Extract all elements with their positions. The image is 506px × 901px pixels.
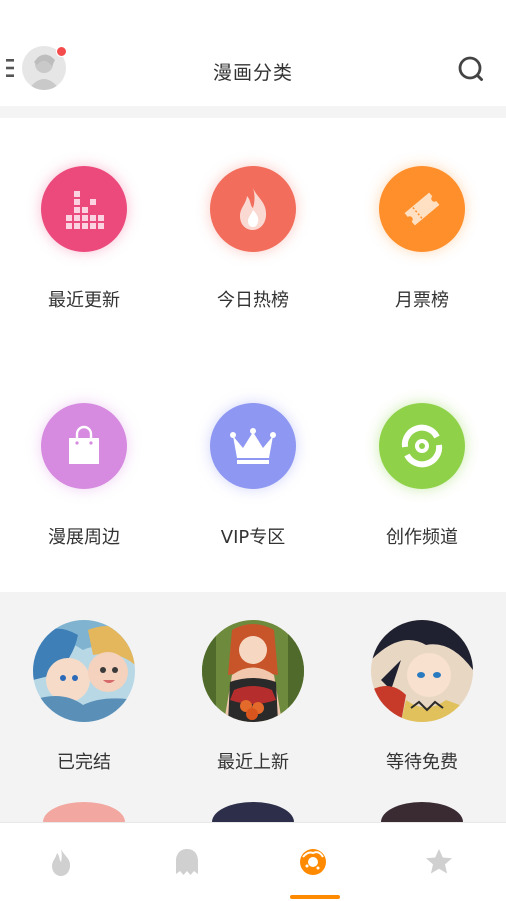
status-bar	[0, 0, 506, 30]
shopping-bag-icon	[41, 403, 127, 489]
search-icon[interactable]	[456, 54, 486, 84]
category-hot-today[interactable]: 今日热榜	[169, 118, 337, 355]
category-monthly-ticket[interactable]: 月票榜	[338, 118, 506, 355]
rec-recent-new[interactable]: 最近上新	[169, 592, 337, 792]
category-creation[interactable]: 创作频道	[338, 355, 506, 592]
tab-hot[interactable]	[0, 823, 126, 901]
tab-community[interactable]	[126, 823, 252, 901]
creation-icon	[379, 403, 465, 489]
tab-category[interactable]	[252, 823, 378, 901]
bottom-tab-bar	[0, 822, 506, 901]
category-label: 漫展周边	[48, 527, 120, 548]
recommendation-section: 已完结 最近上新 等待免费	[0, 592, 506, 842]
rec-wait-free[interactable]: 等待免费	[338, 592, 506, 792]
category-merch[interactable]: 漫展周边	[0, 355, 168, 592]
header: 漫画分类	[0, 30, 506, 106]
category-label: 创作频道	[386, 527, 458, 548]
category-label: VIP专区	[220, 527, 286, 548]
page-title: 漫画分类	[212, 62, 293, 84]
category-vip[interactable]: VIP专区	[169, 355, 337, 592]
flame-icon	[210, 166, 296, 252]
ghost-tab-icon	[176, 849, 198, 875]
active-tab-indicator	[290, 895, 340, 899]
blocks-update-icon	[41, 166, 127, 252]
flame-tab-icon	[52, 849, 71, 876]
donut-tab-icon	[300, 849, 326, 875]
category-label: 今日热榜	[217, 290, 289, 311]
crown-icon	[210, 403, 296, 489]
notification-dot	[56, 46, 67, 57]
category-label: 最近更新	[48, 290, 120, 311]
wait-free-cover-image	[371, 620, 473, 722]
completed-cover-image	[33, 620, 135, 722]
rec-label: 已完结	[57, 752, 111, 773]
rec-completed[interactable]: 已完结	[0, 592, 168, 792]
category-label: 月票榜	[395, 290, 449, 311]
ticket-icon	[379, 166, 465, 252]
tab-favorites[interactable]	[378, 823, 504, 901]
rec-label: 等待免费	[386, 752, 458, 773]
rec-label: 最近上新	[217, 752, 289, 773]
star-tab-icon	[426, 849, 452, 874]
category-grid: 最近更新 今日热榜 月票榜 漫展周边 VIP专区 创作频道	[0, 118, 506, 592]
recent-new-cover-image	[202, 620, 304, 722]
category-latest-update[interactable]: 最近更新	[0, 118, 168, 355]
